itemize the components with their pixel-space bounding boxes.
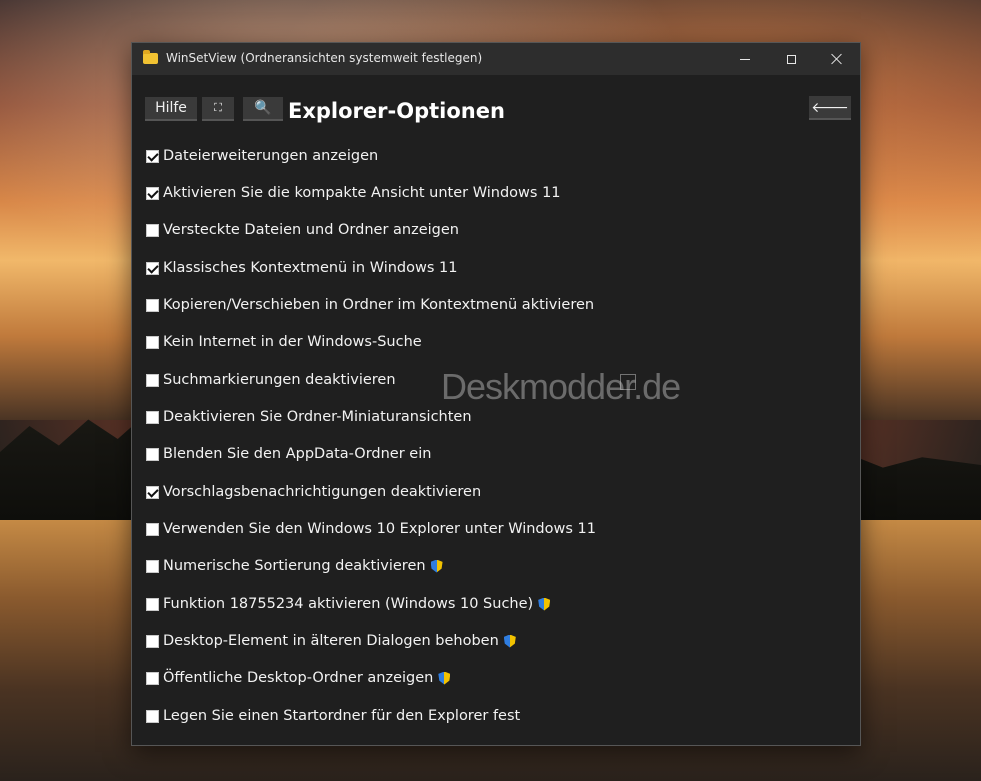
option-row[interactable]: Blenden Sie den AppData-Ordner ein — [146, 443, 431, 465]
page-title: Explorer-Optionen — [288, 99, 505, 123]
back-arrow-icon: 🡐 — [811, 99, 849, 116]
option-label: Öffentliche Desktop-Ordner anzeigen — [163, 670, 434, 686]
option-row[interactable]: Verwenden Sie den Windows 10 Explorer un… — [146, 518, 596, 540]
maximize-button[interactable] — [768, 43, 814, 75]
option-label: Legen Sie einen Startordner für den Expl… — [163, 708, 521, 724]
option-label: Versteckte Dateien und Ordner anzeigen — [163, 222, 459, 238]
minimize-icon — [740, 58, 750, 60]
option-label: Vorschlagsbenachrichtigungen deaktiviere… — [163, 484, 482, 500]
uac-shield-icon — [430, 559, 443, 573]
option-row[interactable]: Funktion 18755234 aktivieren (Windows 10… — [146, 593, 551, 615]
option-checkbox[interactable] — [146, 298, 159, 312]
option-checkbox[interactable] — [146, 373, 159, 387]
help-button[interactable]: Hilfe — [145, 97, 197, 121]
option-checkbox[interactable] — [146, 634, 159, 648]
uac-shield-icon — [538, 597, 551, 611]
option-label: Suchmarkierungen deaktivieren — [163, 372, 396, 388]
option-row[interactable]: Desktop-Element in älteren Dialogen beho… — [146, 630, 516, 652]
option-row[interactable]: Kopieren/Verschieben in Ordner im Kontex… — [146, 294, 594, 316]
option-checkbox[interactable] — [146, 149, 159, 163]
option-label: Deaktivieren Sie Ordner-Miniaturansichte… — [163, 409, 472, 425]
option-label: Verwenden Sie den Windows 10 Explorer un… — [163, 521, 596, 537]
watermark-text: Deskmodder.de — [441, 366, 681, 407]
fullscreen-button[interactable]: ⛶ — [202, 97, 234, 121]
option-label: Klassisches Kontextmenü in Windows 11 — [163, 260, 458, 276]
option-label: Funktion 18755234 aktivieren (Windows 10… — [163, 596, 534, 612]
uac-shield-icon — [438, 671, 451, 685]
option-checkbox[interactable] — [146, 335, 159, 349]
option-label: Kopieren/Verschieben in Ordner im Kontex… — [163, 297, 595, 313]
option-row[interactable]: Kein Internet in der Windows-Suche — [146, 331, 422, 353]
minimize-button[interactable] — [722, 43, 768, 75]
option-row[interactable]: Aktivieren Sie die kompakte Ansicht unte… — [146, 182, 561, 204]
option-checkbox[interactable] — [146, 671, 159, 685]
option-label: Aktivieren Sie die kompakte Ansicht unte… — [163, 185, 561, 201]
option-row[interactable]: Dateierweiterungen anzeigen — [146, 145, 378, 167]
fullscreen-icon: ⛶ — [214, 101, 222, 114]
search-icon: 🔍 — [254, 100, 272, 116]
option-row[interactable]: Numerische Sortierung deaktivieren — [146, 555, 443, 577]
folder-icon — [143, 50, 158, 64]
option-row[interactable]: Deaktivieren Sie Ordner-Miniaturansichte… — [146, 406, 472, 428]
back-button[interactable]: 🡐 — [809, 96, 851, 120]
option-checkbox[interactable] — [146, 447, 159, 461]
option-row[interactable]: Klassisches Kontextmenü in Windows 11 — [146, 257, 457, 279]
search-button[interactable]: 🔍 — [243, 97, 283, 121]
option-label: Numerische Sortierung deaktivieren — [163, 558, 426, 574]
option-checkbox[interactable] — [146, 223, 159, 237]
close-icon — [831, 53, 843, 65]
option-checkbox[interactable] — [146, 186, 159, 200]
option-checkbox[interactable] — [146, 485, 159, 499]
option-label: Desktop-Element in älteren Dialogen beho… — [163, 633, 499, 649]
maximize-icon — [786, 54, 796, 64]
option-checkbox[interactable] — [146, 559, 159, 573]
window-title: WinSetView (Ordneransichten systemweit f… — [166, 51, 483, 65]
option-row[interactable]: Suchmarkierungen deaktivieren — [146, 369, 396, 391]
option-checkbox[interactable] — [146, 410, 159, 424]
option-row[interactable]: Versteckte Dateien und Ordner anzeigen — [146, 219, 459, 241]
uac-shield-icon — [503, 634, 516, 648]
option-checkbox[interactable] — [146, 261, 159, 275]
close-button[interactable] — [814, 43, 860, 75]
option-label: Dateierweiterungen anzeigen — [163, 148, 379, 164]
content-area: Hilfe ⛶ 🔍 Explorer-Optionen 🡐 Dateierwei… — [132, 75, 860, 745]
option-checkbox[interactable] — [146, 709, 159, 723]
option-row[interactable]: Öffentliche Desktop-Ordner anzeigen — [146, 667, 451, 689]
title-bar[interactable]: WinSetView (Ordneransichten systemweit f… — [132, 43, 860, 75]
option-checkbox[interactable] — [146, 522, 159, 536]
option-label: Kein Internet in der Windows-Suche — [163, 334, 422, 350]
option-row[interactable]: Vorschlagsbenachrichtigungen deaktiviere… — [146, 481, 481, 503]
option-label: Blenden Sie den AppData-Ordner ein — [163, 446, 432, 462]
watermark-logo-icon — [620, 374, 636, 390]
option-checkbox[interactable] — [146, 597, 159, 611]
option-row[interactable]: Legen Sie einen Startordner für den Expl… — [146, 705, 520, 727]
